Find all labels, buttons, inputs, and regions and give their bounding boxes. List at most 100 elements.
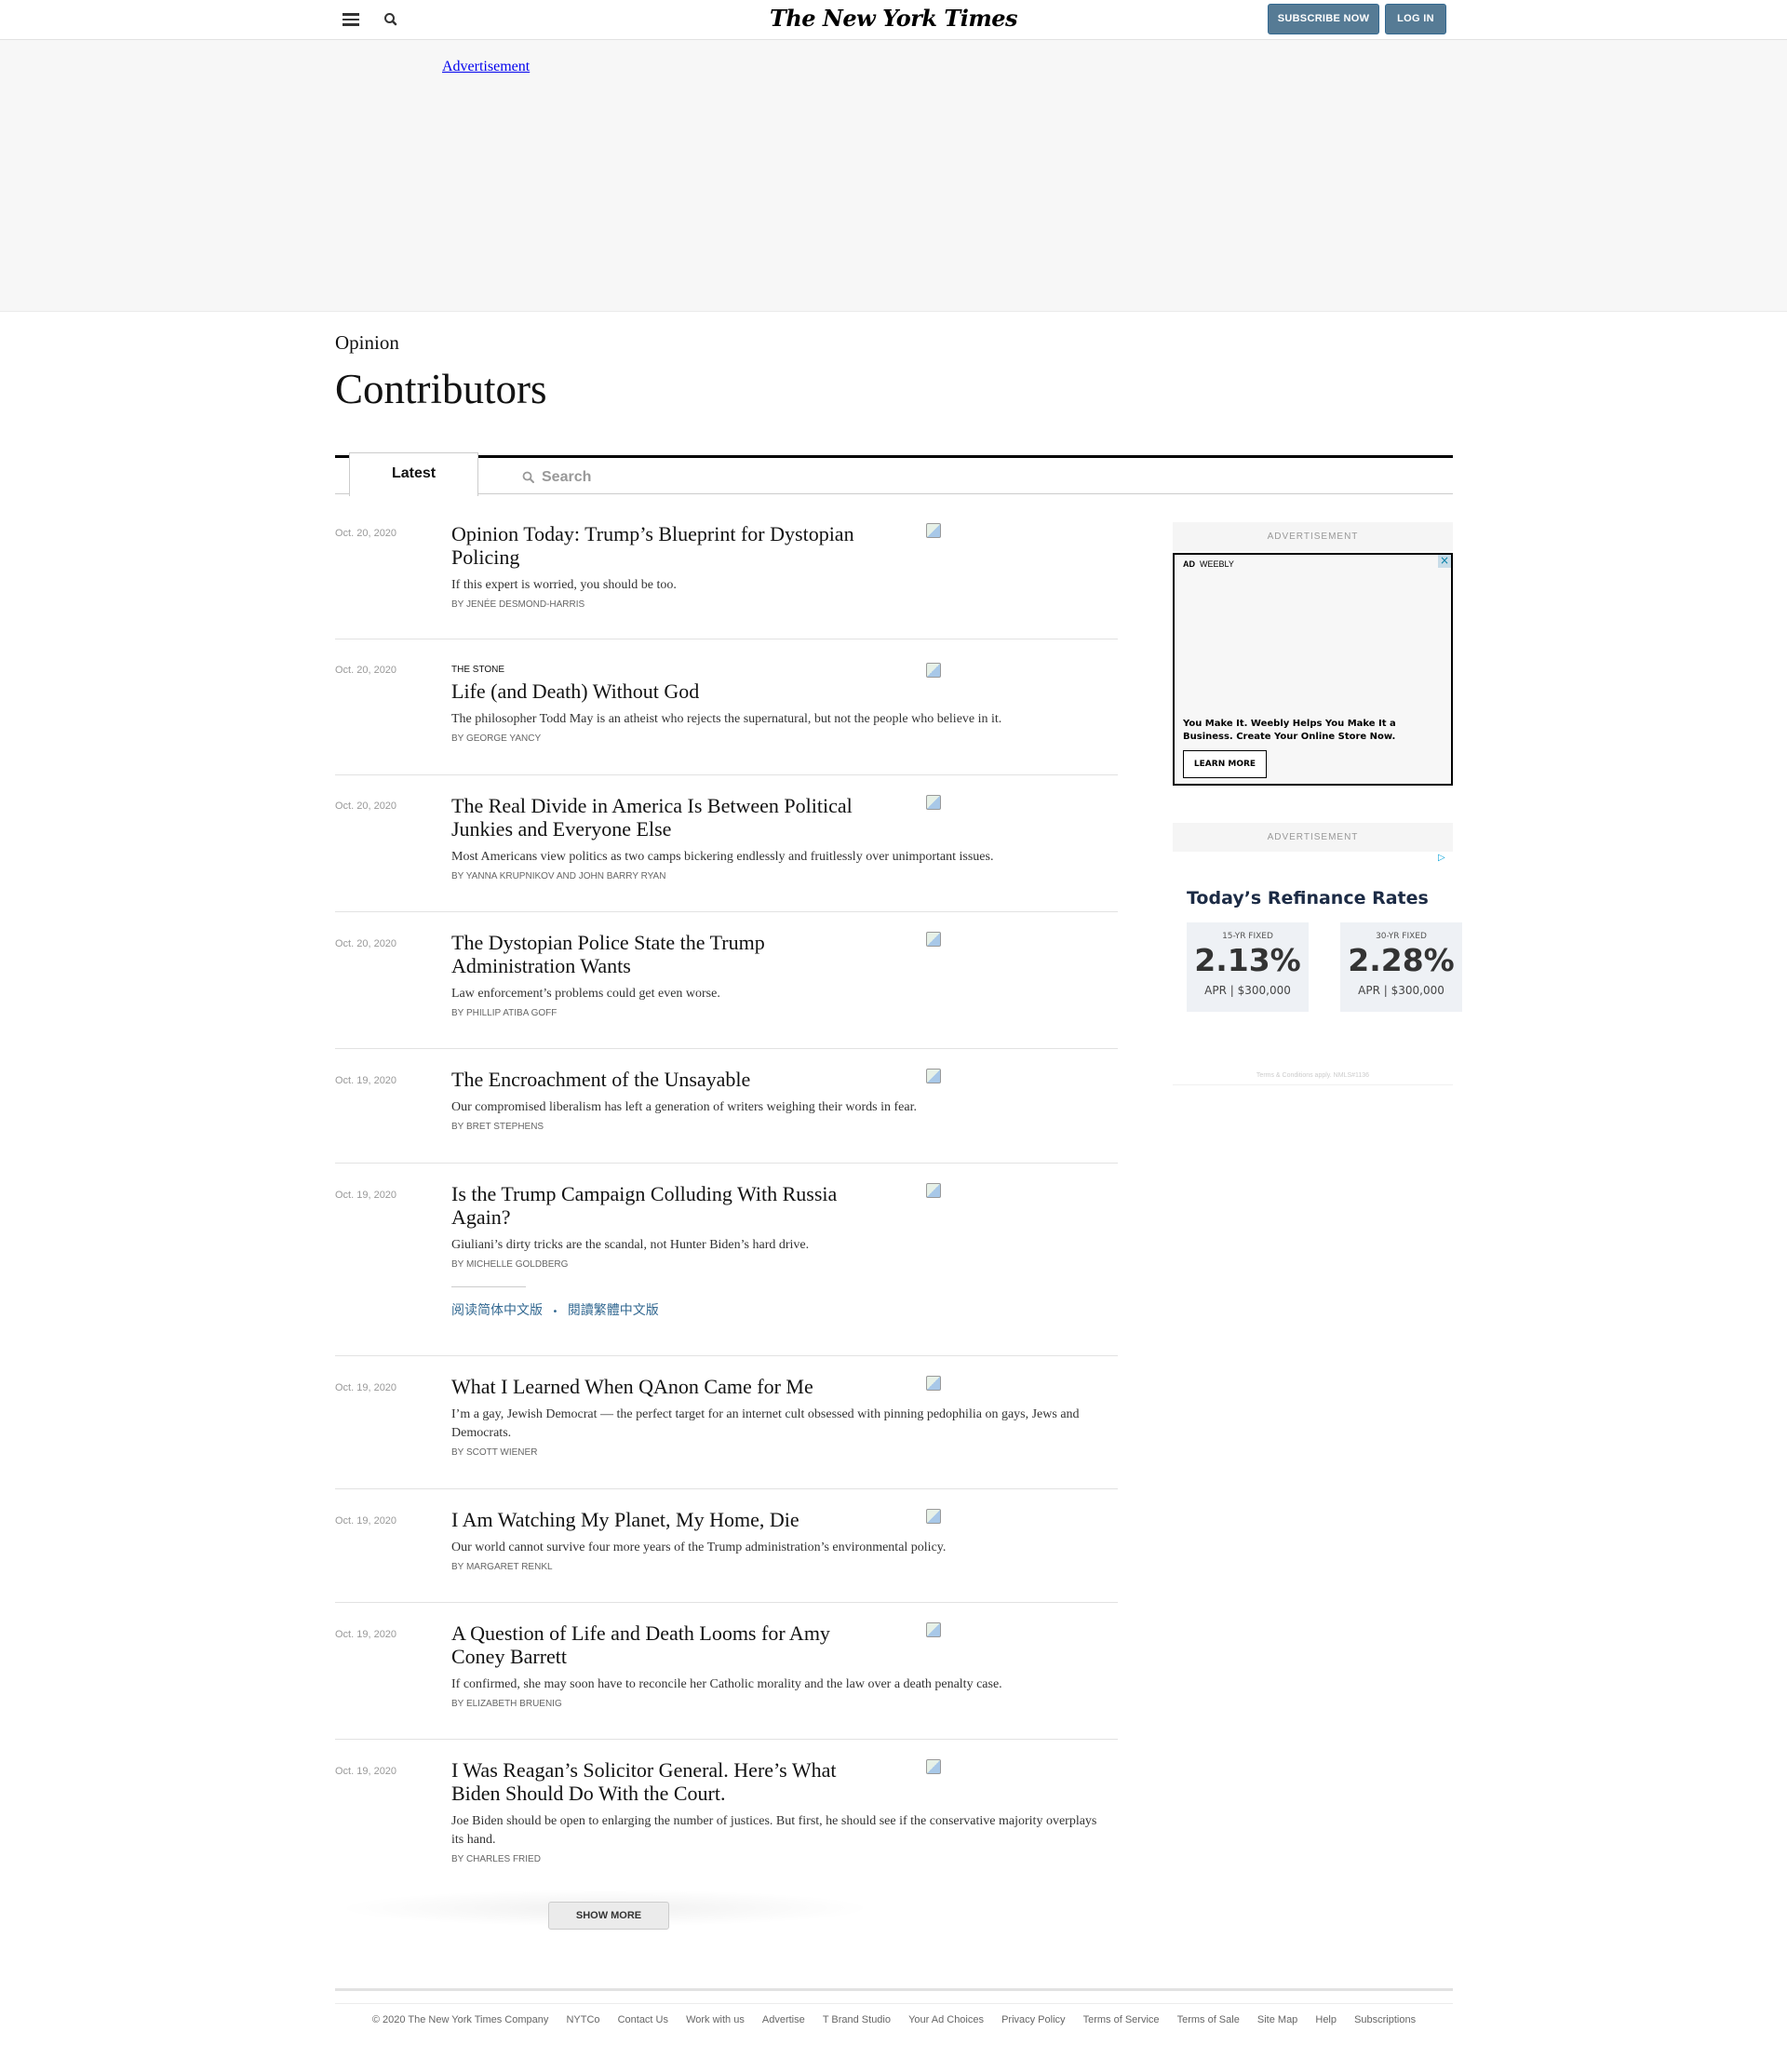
article-label[interactable]: THE STONE	[451, 665, 1108, 675]
show-more-area: SHOW MORE	[335, 1890, 875, 1930]
rate-kind: 30-YR FIXED	[1376, 932, 1427, 941]
article-thumbnail[interactable]	[926, 663, 941, 678]
learn-more-button[interactable]: LEARN MORE	[1183, 750, 1267, 778]
list-item: Oct. 20, 2020 The Dystopian Police State…	[335, 912, 1118, 1049]
article-story: Is the Trump Campaign Colluding With Rus…	[451, 1182, 1108, 1319]
article-thumbnail[interactable]	[926, 932, 941, 947]
search-icon	[522, 471, 534, 483]
translation-traditional-link[interactable]: 閱讀繁體中文版	[568, 1303, 659, 1318]
subscribe-button[interactable]: SUBSCRIBE NOW	[1268, 4, 1379, 34]
footer-link-advertise[interactable]: Advertise	[762, 2014, 805, 2025]
article-story: I Was Reagan’s Solicitor General. Here’s…	[451, 1758, 1108, 1864]
article-story: The Real Divide in America Is Between Po…	[451, 794, 1108, 881]
rate-kind: 15-YR FIXED	[1222, 932, 1273, 941]
rate-card-30yr[interactable]: 30-YR FIXED 2.28% APR | $300,000	[1340, 922, 1462, 1012]
footer-copyright: © 2020 The New York Times Company	[371, 2014, 549, 2025]
translation-separator: •	[552, 1307, 558, 1317]
list-item: Oct. 19, 2020 Is the Trump Campaign Coll…	[335, 1164, 1118, 1356]
rate-value: 2.28%	[1348, 942, 1455, 978]
divider	[451, 1286, 526, 1287]
article-headline[interactable]: The Dystopian Police State the Trump Adm…	[451, 931, 880, 977]
article-date: Oct. 19, 2020	[335, 1382, 397, 1393]
article-headline[interactable]: I Was Reagan’s Solicitor General. Here’s…	[451, 1758, 880, 1805]
ad-tag: AD WEEBLY	[1183, 559, 1234, 569]
advertisement-label: ADVERTISEMENT	[1173, 522, 1453, 551]
advertisement-link[interactable]: Advertisement	[442, 59, 530, 75]
rail-advertisement: ADVERTISEMENT AD WEEBLY × You Make It. We…	[1173, 522, 1453, 786]
adchoices-x-icon[interactable]: ×	[1438, 555, 1451, 568]
search-input[interactable]	[542, 465, 877, 490]
article-story: The Dystopian Police State the Trump Adm…	[451, 931, 1108, 1018]
footer-link-terms-sale[interactable]: Terms of Sale	[1177, 2014, 1240, 2025]
article-thumbnail[interactable]	[926, 1759, 941, 1774]
article-summary: I’m a gay, Jewish Democrat — the perfect…	[451, 1407, 1080, 1440]
advertisement-label: ADVERTISEMENT	[1173, 823, 1453, 852]
show-more-button[interactable]: SHOW MORE	[548, 1902, 669, 1930]
list-item: Oct. 20, 2020 The Real Divide in America…	[335, 775, 1118, 912]
article-headline[interactable]: The Encroachment of the Unsayable	[451, 1068, 880, 1091]
rate-card-15yr[interactable]: 15-YR FIXED 2.13% APR | $300,000	[1187, 922, 1309, 1012]
article-summary: Most Americans view politics as two camp…	[451, 850, 994, 864]
article-story: What I Learned When QAnon Came for Me I’…	[451, 1375, 1108, 1458]
masthead: The New York Times SUBSCRIBE NOW LOG IN	[0, 0, 1787, 40]
footer-link-help[interactable]: Help	[1315, 2014, 1337, 2025]
article-headline[interactable]: The Real Divide in America Is Between Po…	[451, 794, 880, 841]
list-item: Oct. 20, 2020 Opinion Today: Trump’s Blu…	[335, 511, 1118, 639]
weebly-ad[interactable]: AD WEEBLY × You Make It. Weebly Helps You…	[1173, 553, 1453, 786]
footer-link-contact[interactable]: Contact Us	[618, 2014, 668, 2025]
footer-link-terms-service[interactable]: Terms of Service	[1083, 2014, 1160, 2025]
footer-link-sitemap[interactable]: Site Map	[1257, 2014, 1297, 2025]
article-byline: By GEORGE YANCY	[451, 733, 542, 744]
login-button[interactable]: LOG IN	[1385, 4, 1446, 34]
rate-terms: Terms & Conditions apply. NMLS#1136	[1256, 1072, 1370, 1079]
footer-link-adchoices[interactable]: Your Ad Choices	[908, 2014, 984, 2025]
article-story: Opinion Today: Trump’s Blueprint for Dys…	[451, 522, 1108, 610]
article-summary: Our compromised liberalism has left a ge…	[451, 1100, 917, 1114]
article-thumbnail[interactable]	[926, 795, 941, 810]
article-thumbnail[interactable]	[926, 1183, 941, 1198]
nyt-logo[interactable]: The New York Times	[0, 5, 1787, 32]
translation-links: 阅读简体中文版 • 閱讀繁體中文版	[451, 1300, 1108, 1319]
article-headline[interactable]: Opinion Today: Trump’s Blueprint for Dys…	[451, 522, 880, 569]
top-advertisement: Advertisement	[0, 40, 1787, 312]
footer-link-privacy[interactable]: Privacy Policy	[1001, 2014, 1065, 2025]
article-headline[interactable]: A Question of Life and Death Looms for A…	[451, 1621, 880, 1668]
article-story: I Am Watching My Planet, My Home, Die Ou…	[451, 1508, 1108, 1572]
rail-advertisement: ADVERTISEMENT ▷ Today’s Refinance Rates …	[1173, 823, 1462, 1085]
article-headline[interactable]: Life (and Death) Without God	[451, 679, 880, 703]
article-thumbnail[interactable]	[926, 1376, 941, 1391]
footer-link-work[interactable]: Work with us	[686, 2014, 745, 2025]
stream-tabs: Latest	[335, 452, 1453, 496]
article-byline: By YANNA KRUPNIKOV and JOHN BARRY RYAN	[451, 871, 666, 881]
footer-link-subscriptions[interactable]: Subscriptions	[1354, 2014, 1416, 2025]
footer-link-tbrand[interactable]: T Brand Studio	[823, 2014, 891, 2025]
article-summary: Giuliani’s dirty tricks are the scandal,…	[451, 1238, 810, 1252]
article-byline: By MICHELLE GOLDBERG	[451, 1259, 569, 1270]
ad-text: You Make It. Weebly Helps You Make It a …	[1183, 719, 1396, 742]
tab-latest[interactable]: Latest	[349, 452, 478, 496]
article-headline[interactable]: I Am Watching My Planet, My Home, Die	[451, 1508, 880, 1531]
article-thumbnail[interactable]	[926, 1622, 941, 1637]
rate-value: 2.13%	[1194, 942, 1301, 978]
article-summary: Our world cannot survive four more years…	[451, 1541, 947, 1554]
article-byline: By ELIZABETH BRUENIG	[451, 1699, 562, 1709]
article-thumbnail[interactable]	[926, 1509, 941, 1524]
translation-simplified-link[interactable]: 阅读简体中文版	[451, 1303, 543, 1318]
article-summary: The philosopher Todd May is an atheist w…	[451, 712, 1002, 726]
article-thumbnail[interactable]	[926, 1069, 941, 1083]
list-item: Oct. 19, 2020 I Was Reagan’s Solicitor G…	[335, 1740, 1118, 1889]
search-icon[interactable]	[382, 10, 400, 29]
article-headline[interactable]: Is the Trump Campaign Colluding With Rus…	[451, 1182, 880, 1229]
article-date: Oct. 20, 2020	[335, 665, 397, 676]
hamburger-icon[interactable]	[343, 13, 359, 26]
rate-sub: APR | $300,000	[1358, 984, 1444, 997]
article-headline[interactable]: What I Learned When QAnon Came for Me	[451, 1375, 880, 1398]
adchoices-triangle-icon[interactable]: ▷	[1438, 853, 1449, 864]
section-kicker[interactable]: Opinion	[335, 331, 399, 355]
article-date: Oct. 20, 2020	[335, 938, 397, 949]
article-summary: If this expert is worried, you should be…	[451, 578, 677, 592]
article-thumbnail[interactable]	[926, 523, 941, 538]
footer-link-nytco[interactable]: NYTCo	[566, 2014, 599, 2025]
rates-title[interactable]: Today’s Refinance Rates	[1187, 888, 1429, 908]
stream-search[interactable]	[521, 464, 894, 491]
